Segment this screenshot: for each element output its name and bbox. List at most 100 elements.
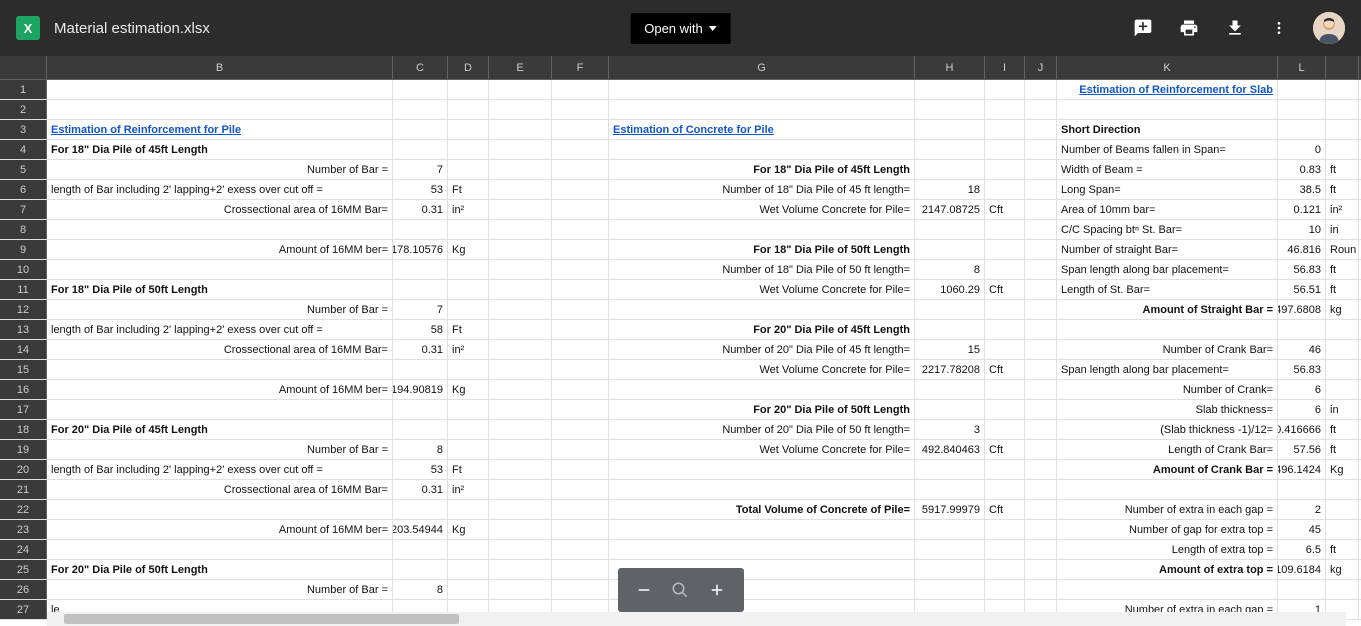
- cell-E9[interactable]: [489, 240, 552, 260]
- cell-E15[interactable]: [489, 360, 552, 380]
- cell-G8[interactable]: [609, 220, 915, 240]
- cell-C13[interactable]: 58: [393, 320, 448, 340]
- cell-B25[interactable]: For 20" Dia Pile of 50ft Length: [47, 560, 393, 580]
- cell-C2[interactable]: [393, 100, 448, 120]
- cell-B8[interactable]: [47, 220, 393, 240]
- cell-B9[interactable]: Amount of 16MM ber=: [47, 240, 393, 260]
- cell-L16[interactable]: 6: [1278, 380, 1326, 400]
- cell-G7[interactable]: Wet Volume Concrete for Pile=: [609, 200, 915, 220]
- cell-G12[interactable]: [609, 300, 915, 320]
- cell-J19[interactable]: [1025, 440, 1057, 460]
- row-number[interactable]: 3: [0, 120, 47, 139]
- cell-K17[interactable]: Slab thickness=: [1057, 400, 1278, 420]
- cell-E1[interactable]: [489, 80, 552, 100]
- cell-J6[interactable]: [1025, 180, 1057, 200]
- cell-K8[interactable]: C/C Spacing btⁿ St. Bar=: [1057, 220, 1278, 240]
- column-header-C[interactable]: C: [393, 56, 448, 80]
- cell-B4[interactable]: For 18" Dia Pile of 45ft Length: [47, 140, 393, 160]
- row-number[interactable]: 7: [0, 200, 47, 219]
- cell-M6[interactable]: ft: [1326, 180, 1359, 200]
- row-number[interactable]: 20: [0, 460, 47, 479]
- cell-M7[interactable]: in²: [1326, 200, 1359, 220]
- cell-J14[interactable]: [1025, 340, 1057, 360]
- row-number[interactable]: 13: [0, 320, 47, 339]
- cell-F7[interactable]: [552, 200, 609, 220]
- cell-F18[interactable]: [552, 420, 609, 440]
- column-header-D[interactable]: D: [448, 56, 489, 80]
- cell-K10[interactable]: Span length along bar placement=: [1057, 260, 1278, 280]
- cell-M2[interactable]: [1326, 100, 1359, 120]
- cell-C24[interactable]: [393, 540, 448, 560]
- cell-C5[interactable]: 7: [393, 160, 448, 180]
- row-number[interactable]: 16: [0, 380, 47, 399]
- cell-I21[interactable]: [985, 480, 1025, 500]
- cell-L5[interactable]: 0.83: [1278, 160, 1326, 180]
- cell-D12[interactable]: [448, 300, 489, 320]
- row-number[interactable]: 1: [0, 80, 47, 99]
- more-icon[interactable]: [1271, 18, 1287, 38]
- sheet-rows[interactable]: 1Estimation of Reinforcement for Slab23E…: [0, 80, 1361, 626]
- cell-M3[interactable]: [1326, 120, 1359, 140]
- cell-J21[interactable]: [1025, 480, 1057, 500]
- zoom-out-button[interactable]: [632, 578, 656, 602]
- cell-D20[interactable]: Ft: [448, 460, 489, 480]
- cell-J12[interactable]: [1025, 300, 1057, 320]
- cell-L13[interactable]: [1278, 320, 1326, 340]
- cell-L17[interactable]: 6: [1278, 400, 1326, 420]
- cell-H10[interactable]: 8: [915, 260, 985, 280]
- cell-B10[interactable]: [47, 260, 393, 280]
- cell-F26[interactable]: [552, 580, 609, 600]
- cell-K18[interactable]: (Slab thickness -1)/12=: [1057, 420, 1278, 440]
- cell-F16[interactable]: [552, 380, 609, 400]
- cell-G18[interactable]: Number of 20" Dia Pile of 50 ft length=: [609, 420, 915, 440]
- cell-D16[interactable]: Kg: [448, 380, 489, 400]
- cell-G24[interactable]: [609, 540, 915, 560]
- cell-E21[interactable]: [489, 480, 552, 500]
- cell-B26[interactable]: Number of Bar =: [47, 580, 393, 600]
- download-icon[interactable]: [1225, 18, 1245, 38]
- cell-L21[interactable]: [1278, 480, 1326, 500]
- cell-I12[interactable]: [985, 300, 1025, 320]
- cell-F20[interactable]: [552, 460, 609, 480]
- cell-K2[interactable]: [1057, 100, 1278, 120]
- cell-I15[interactable]: Cft: [985, 360, 1025, 380]
- cell-J20[interactable]: [1025, 460, 1057, 480]
- cell-M17[interactable]: in: [1326, 400, 1359, 420]
- cell-D2[interactable]: [448, 100, 489, 120]
- cell-M11[interactable]: ft: [1326, 280, 1359, 300]
- row-number[interactable]: 14: [0, 340, 47, 359]
- cell-I14[interactable]: [985, 340, 1025, 360]
- cell-L4[interactable]: 0: [1278, 140, 1326, 160]
- cell-K4[interactable]: Number of Beams fallen in Span=: [1057, 140, 1278, 160]
- column-header-L[interactable]: L: [1278, 56, 1326, 80]
- cell-H1[interactable]: [915, 80, 985, 100]
- cell-D6[interactable]: Ft: [448, 180, 489, 200]
- cell-H21[interactable]: [915, 480, 985, 500]
- cell-J4[interactable]: [1025, 140, 1057, 160]
- cell-I19[interactable]: Cft: [985, 440, 1025, 460]
- cell-L25[interactable]: 109.6184: [1278, 560, 1326, 580]
- cell-F12[interactable]: [552, 300, 609, 320]
- cell-H17[interactable]: [915, 400, 985, 420]
- cell-M5[interactable]: ft: [1326, 160, 1359, 180]
- cell-G19[interactable]: Wet Volume Concrete for Pile=: [609, 440, 915, 460]
- cell-H24[interactable]: [915, 540, 985, 560]
- cell-L11[interactable]: 56.51: [1278, 280, 1326, 300]
- cell-C16[interactable]: 194.90819: [393, 380, 448, 400]
- cell-K3[interactable]: Short Direction: [1057, 120, 1278, 140]
- cell-I24[interactable]: [985, 540, 1025, 560]
- cell-H23[interactable]: [915, 520, 985, 540]
- cell-C18[interactable]: [393, 420, 448, 440]
- cell-J8[interactable]: [1025, 220, 1057, 240]
- cell-H6[interactable]: 18: [915, 180, 985, 200]
- cell-F1[interactable]: [552, 80, 609, 100]
- cell-J15[interactable]: [1025, 360, 1057, 380]
- cell-H3[interactable]: [915, 120, 985, 140]
- cell-H22[interactable]: 5917.99979: [915, 500, 985, 520]
- cell-F21[interactable]: [552, 480, 609, 500]
- cell-F15[interactable]: [552, 360, 609, 380]
- cell-F11[interactable]: [552, 280, 609, 300]
- cell-C26[interactable]: 8: [393, 580, 448, 600]
- cell-L10[interactable]: 56.83: [1278, 260, 1326, 280]
- row-number[interactable]: 12: [0, 300, 47, 319]
